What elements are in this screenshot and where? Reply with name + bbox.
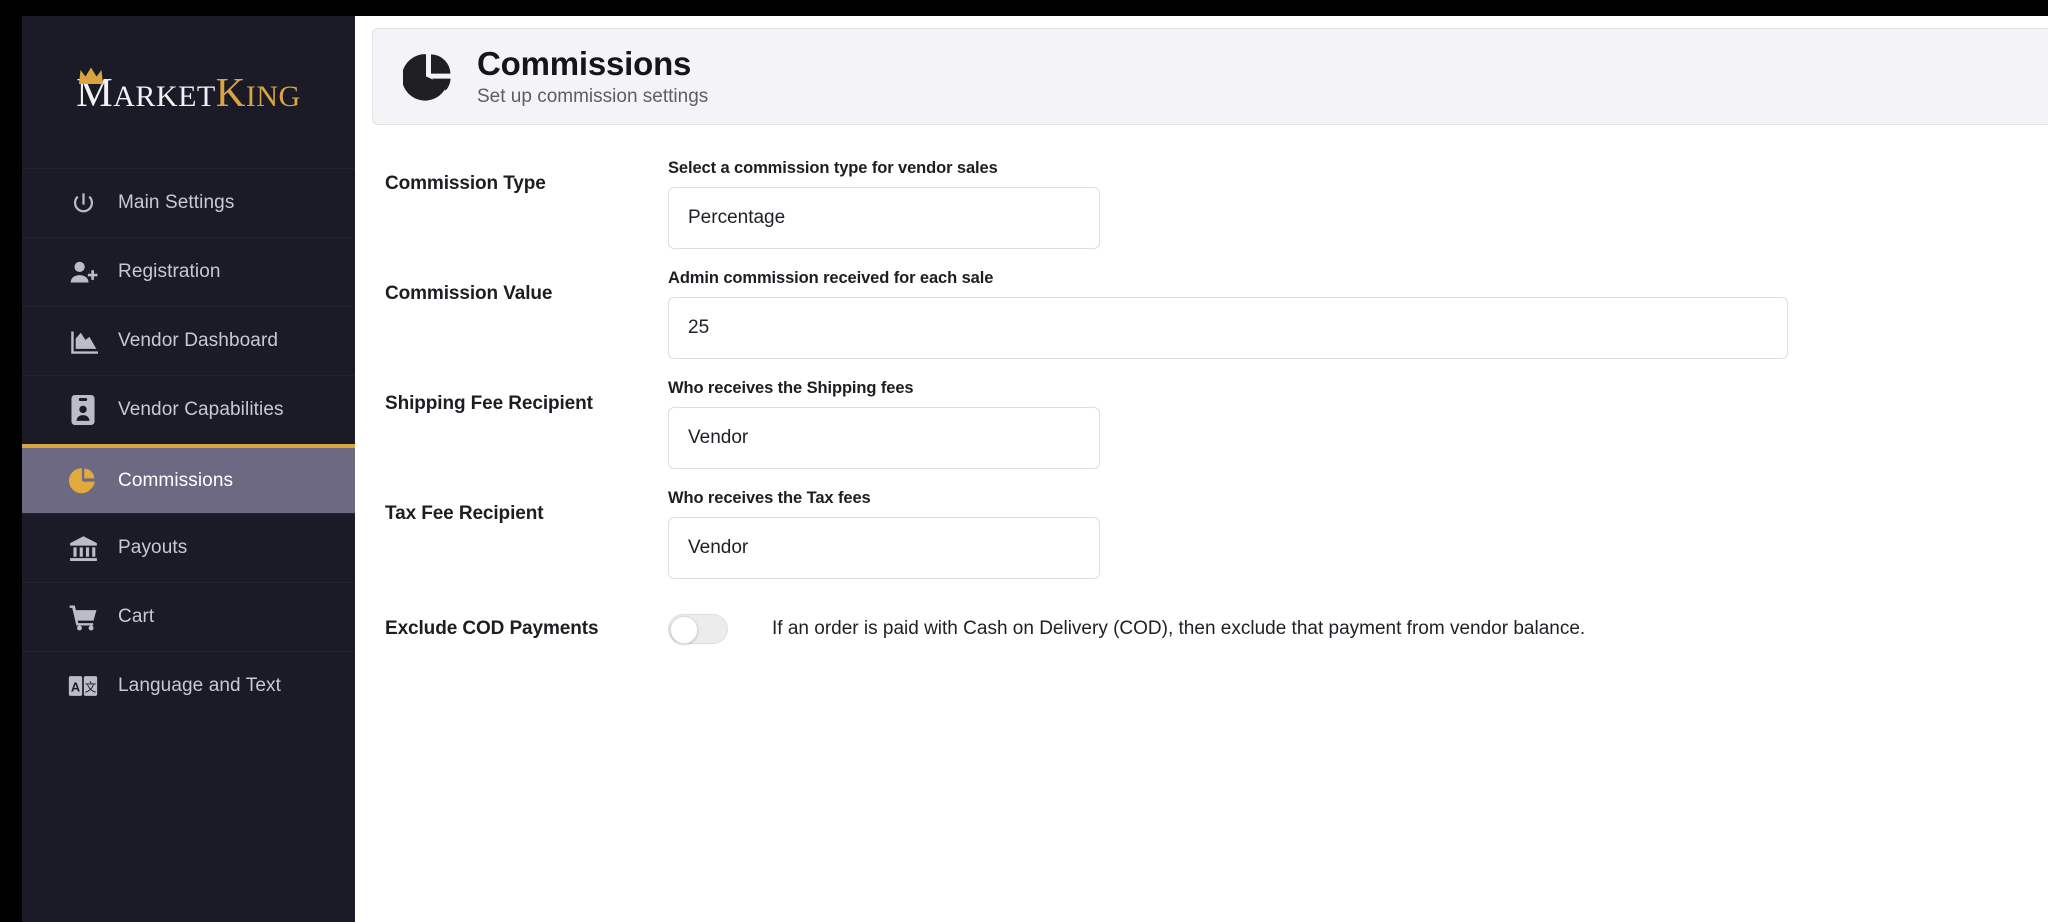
sidebar-item-main-settings[interactable]: Main Settings — [22, 168, 355, 237]
field-label: Commission Type — [385, 173, 546, 194]
exclude-cod-toggle[interactable] — [668, 614, 728, 644]
bank-icon — [68, 533, 98, 563]
user-plus-icon — [68, 257, 98, 287]
form-row-tax-fee-recipient: Tax Fee Recipient Who receives the Tax f… — [385, 489, 2048, 599]
window-top-chrome — [0, 0, 2048, 16]
commission-type-select[interactable]: Percentage — [668, 187, 1100, 249]
sidebar: MARKETKING Main Settings Registration Ve… — [22, 16, 355, 922]
field-label: Exclude COD Payments — [385, 618, 599, 639]
area-chart-icon — [68, 326, 98, 356]
main-content: Commissions Set up commission settings C… — [355, 16, 2048, 922]
page-subtitle: Set up commission settings — [477, 85, 709, 107]
exclude-cod-description: If an order is paid with Cash on Deliver… — [772, 618, 1586, 639]
tax-fee-recipient-select[interactable]: Vendor — [668, 517, 1100, 579]
commission-settings-form: Commission Type Select a commission type… — [355, 159, 2048, 659]
field-help-text: Admin commission received for each sale — [668, 269, 994, 287]
sidebar-item-label: Main Settings — [118, 192, 235, 213]
page-header: Commissions Set up commission settings — [372, 28, 2048, 125]
form-row-shipping-fee-recipient: Shipping Fee Recipient Who receives the … — [385, 379, 2048, 489]
brand-k: K — [215, 68, 246, 115]
sidebar-item-cart[interactable]: Cart — [22, 582, 355, 651]
toggle-knob — [670, 616, 698, 644]
field-help-text: Select a commission type for vendor sale… — [668, 159, 998, 177]
sidebar-item-vendor-dashboard[interactable]: Vendor Dashboard — [22, 306, 355, 375]
page-title: Commissions — [477, 45, 692, 83]
form-row-exclude-cod-payments: Exclude COD Payments If an order is paid… — [385, 599, 2048, 659]
crown-icon — [78, 52, 104, 84]
translate-icon: A 文 — [68, 671, 98, 701]
field-help-text: Who receives the Tax fees — [668, 489, 871, 507]
sidebar-item-label: Payouts — [118, 537, 188, 558]
app-root: MARKETKING Main Settings Registration Ve… — [0, 0, 2048, 922]
window-left-chrome — [0, 0, 22, 922]
shipping-fee-recipient-select[interactable]: Vendor — [668, 407, 1100, 469]
sidebar-item-label: Vendor Capabilities — [118, 399, 284, 420]
id-badge-icon — [68, 395, 98, 425]
svg-text:文: 文 — [85, 680, 97, 694]
pie-chart-icon — [403, 51, 455, 103]
field-label: Shipping Fee Recipient — [385, 393, 593, 414]
sidebar-item-registration[interactable]: Registration — [22, 237, 355, 306]
sidebar-item-label: Commissions — [118, 469, 234, 491]
brand-arket: ARKET — [113, 79, 216, 113]
sidebar-item-commissions[interactable]: Commissions — [22, 444, 355, 513]
shopping-cart-icon — [68, 602, 98, 632]
sidebar-item-language-and-text[interactable]: A 文 Language and Text — [22, 651, 355, 720]
field-label: Commission Value — [385, 283, 553, 304]
field-label: Tax Fee Recipient — [385, 503, 544, 524]
sidebar-item-payouts[interactable]: Payouts — [22, 513, 355, 582]
svg-text:A: A — [71, 679, 80, 694]
form-row-commission-value: Commission Value Admin commission receiv… — [385, 269, 2048, 379]
power-icon — [68, 188, 98, 218]
sidebar-item-label: Language and Text — [118, 675, 281, 696]
commission-value-input[interactable]: 25 — [668, 297, 1788, 359]
sidebar-item-vendor-capabilities[interactable]: Vendor Capabilities — [22, 375, 355, 444]
field-help-text: Who receives the Shipping fees — [668, 379, 914, 397]
form-row-commission-type: Commission Type Select a commission type… — [385, 159, 2048, 269]
pie-chart-icon — [68, 466, 98, 496]
brand-ing: ING — [245, 79, 301, 113]
sidebar-item-label: Vendor Dashboard — [118, 330, 279, 351]
sidebar-item-label: Cart — [118, 606, 155, 627]
sidebar-item-label: Registration — [118, 261, 221, 282]
brand-logo[interactable]: MARKETKING — [22, 16, 355, 168]
